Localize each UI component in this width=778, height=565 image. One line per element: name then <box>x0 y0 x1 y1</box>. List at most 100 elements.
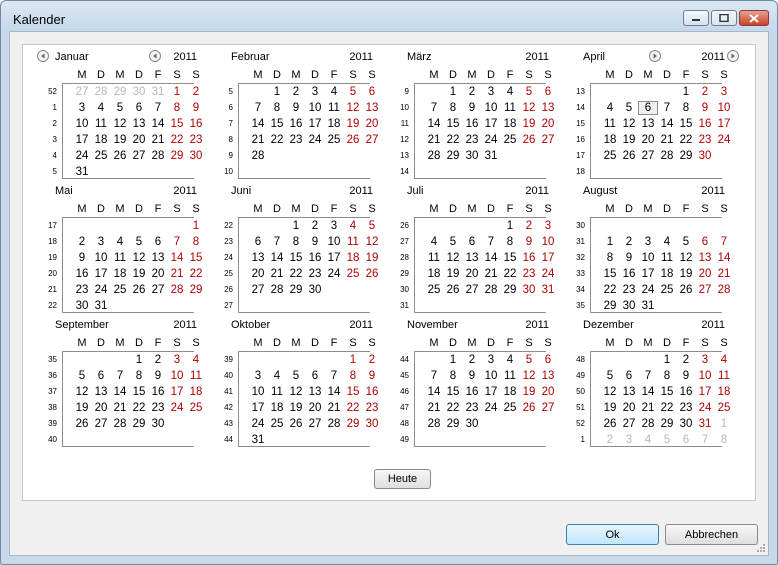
calendar-day[interactable]: 23 <box>463 402 481 414</box>
calendar-day[interactable]: 20 <box>539 386 557 398</box>
calendar-day[interactable]: 2 <box>187 86 205 98</box>
calendar-day[interactable]: 28 <box>482 284 500 296</box>
calendar-day[interactable]: 4 <box>601 102 619 114</box>
calendar-day[interactable]: 16 <box>620 268 638 280</box>
calendar-day[interactable]: 25 <box>268 418 286 430</box>
calendar-day[interactable]: 19 <box>601 402 619 414</box>
calendar-day[interactable]: 1 <box>601 236 619 248</box>
calendar-day[interactable]: 26 <box>73 418 91 430</box>
calendar-day[interactable]: 27 <box>539 402 557 414</box>
calendar-day[interactable]: 3 <box>73 102 91 114</box>
previous-month-button[interactable] <box>37 50 49 62</box>
calendar-day[interactable]: 2 <box>287 86 305 98</box>
calendar-day[interactable]: 30 <box>620 300 638 312</box>
calendar-day[interactable]: 29 <box>287 284 305 296</box>
calendar-day[interactable]: 1 <box>268 86 286 98</box>
calendar-day[interactable]: 1 <box>444 354 462 366</box>
calendar-day[interactable]: 20 <box>539 118 557 130</box>
calendar-day[interactable]: 13 <box>249 252 267 264</box>
calendar-day[interactable]: 8 <box>658 370 676 382</box>
calendar-day[interactable]: 7 <box>325 370 343 382</box>
calendar-day[interactable]: 2 <box>463 86 481 98</box>
calendar-day[interactable]: 11 <box>268 386 286 398</box>
calendar-day[interactable]: 8 <box>344 370 362 382</box>
calendar-day[interactable]: 5 <box>677 236 695 248</box>
calendar-day[interactable]: 22 <box>444 402 462 414</box>
calendar-day[interactable]: 11 <box>187 370 205 382</box>
calendar-day[interactable]: 20 <box>620 402 638 414</box>
calendar-day[interactable]: 16 <box>306 252 324 264</box>
calendar-day[interactable]: 10 <box>715 102 733 114</box>
calendar-day[interactable]: 24 <box>482 134 500 146</box>
calendar-day[interactable]: 4 <box>501 86 519 98</box>
calendar-day[interactable]: 8 <box>444 102 462 114</box>
calendar-day[interactable]: 29 <box>111 86 129 98</box>
calendar-day[interactable]: 6 <box>638 101 658 115</box>
calendar-day[interactable]: 21 <box>168 268 186 280</box>
calendar-day[interactable]: 4 <box>658 236 676 248</box>
calendar-day[interactable]: 20 <box>306 402 324 414</box>
calendar-day[interactable]: 4 <box>325 86 343 98</box>
calendar-day[interactable]: 3 <box>482 354 500 366</box>
calendar-day[interactable]: 5 <box>520 86 538 98</box>
calendar-day[interactable]: 7 <box>149 102 167 114</box>
calendar-day[interactable]: 23 <box>287 134 305 146</box>
calendar-day[interactable]: 31 <box>92 300 110 312</box>
calendar-day[interactable]: 23 <box>520 268 538 280</box>
calendar-day[interactable]: 16 <box>696 118 714 130</box>
calendar-day[interactable]: 1 <box>444 86 462 98</box>
calendar-day[interactable]: 13 <box>639 118 657 130</box>
calendar-day[interactable]: 24 <box>696 402 714 414</box>
calendar-day[interactable]: 18 <box>601 134 619 146</box>
calendar-day[interactable]: 5 <box>658 434 676 446</box>
calendar-day[interactable]: 9 <box>187 102 205 114</box>
calendar-day[interactable]: 12 <box>444 252 462 264</box>
calendar-day[interactable]: 19 <box>620 134 638 146</box>
calendar-day[interactable]: 30 <box>696 150 714 162</box>
calendar-day[interactable]: 26 <box>287 418 305 430</box>
calendar-day[interactable]: 9 <box>363 370 381 382</box>
calendar-day[interactable]: 2 <box>149 354 167 366</box>
calendar-day[interactable]: 25 <box>187 402 205 414</box>
calendar-day[interactable]: 20 <box>249 268 267 280</box>
calendar-day[interactable]: 31 <box>149 86 167 98</box>
calendar-day[interactable]: 30 <box>677 418 695 430</box>
calendar-day[interactable]: 5 <box>344 86 362 98</box>
calendar-day[interactable]: 23 <box>187 134 205 146</box>
calendar-day[interactable]: 28 <box>92 86 110 98</box>
calendar-day[interactable]: 7 <box>168 236 186 248</box>
calendar-day[interactable]: 3 <box>539 220 557 232</box>
calendar-day[interactable]: 15 <box>501 252 519 264</box>
calendar-day[interactable]: 5 <box>130 236 148 248</box>
calendar-day[interactable]: 20 <box>696 268 714 280</box>
calendar-day[interactable]: 21 <box>658 134 676 146</box>
today-button[interactable]: Heute <box>374 469 431 489</box>
calendar-day[interactable]: 24 <box>92 284 110 296</box>
calendar-day[interactable]: 30 <box>520 284 538 296</box>
calendar-day[interactable]: 26 <box>444 284 462 296</box>
calendar-day[interactable]: 20 <box>92 402 110 414</box>
calendar-day[interactable]: 21 <box>149 134 167 146</box>
calendar-day[interactable]: 27 <box>463 284 481 296</box>
close-button[interactable] <box>739 10 769 26</box>
next-month-button[interactable] <box>649 50 661 62</box>
calendar-day[interactable]: 13 <box>306 386 324 398</box>
calendar-day[interactable]: 8 <box>130 370 148 382</box>
calendar-day[interactable]: 25 <box>344 268 362 280</box>
calendar-day[interactable]: 17 <box>482 118 500 130</box>
calendar-day[interactable]: 28 <box>425 150 443 162</box>
calendar-day[interactable]: 29 <box>444 150 462 162</box>
calendar-day[interactable]: 8 <box>187 236 205 248</box>
calendar-day[interactable]: 4 <box>344 220 362 232</box>
calendar-day[interactable]: 23 <box>696 134 714 146</box>
calendar-day[interactable]: 17 <box>715 118 733 130</box>
calendar-day[interactable]: 11 <box>715 370 733 382</box>
calendar-day[interactable]: 5 <box>620 102 638 114</box>
calendar-day[interactable]: 6 <box>620 370 638 382</box>
calendar-day[interactable]: 2 <box>363 354 381 366</box>
calendar-day[interactable]: 20 <box>149 268 167 280</box>
calendar-day[interactable]: 28 <box>658 150 676 162</box>
calendar-day[interactable]: 28 <box>639 418 657 430</box>
calendar-day[interactable]: 4 <box>501 354 519 366</box>
calendar-day[interactable]: 30 <box>363 418 381 430</box>
